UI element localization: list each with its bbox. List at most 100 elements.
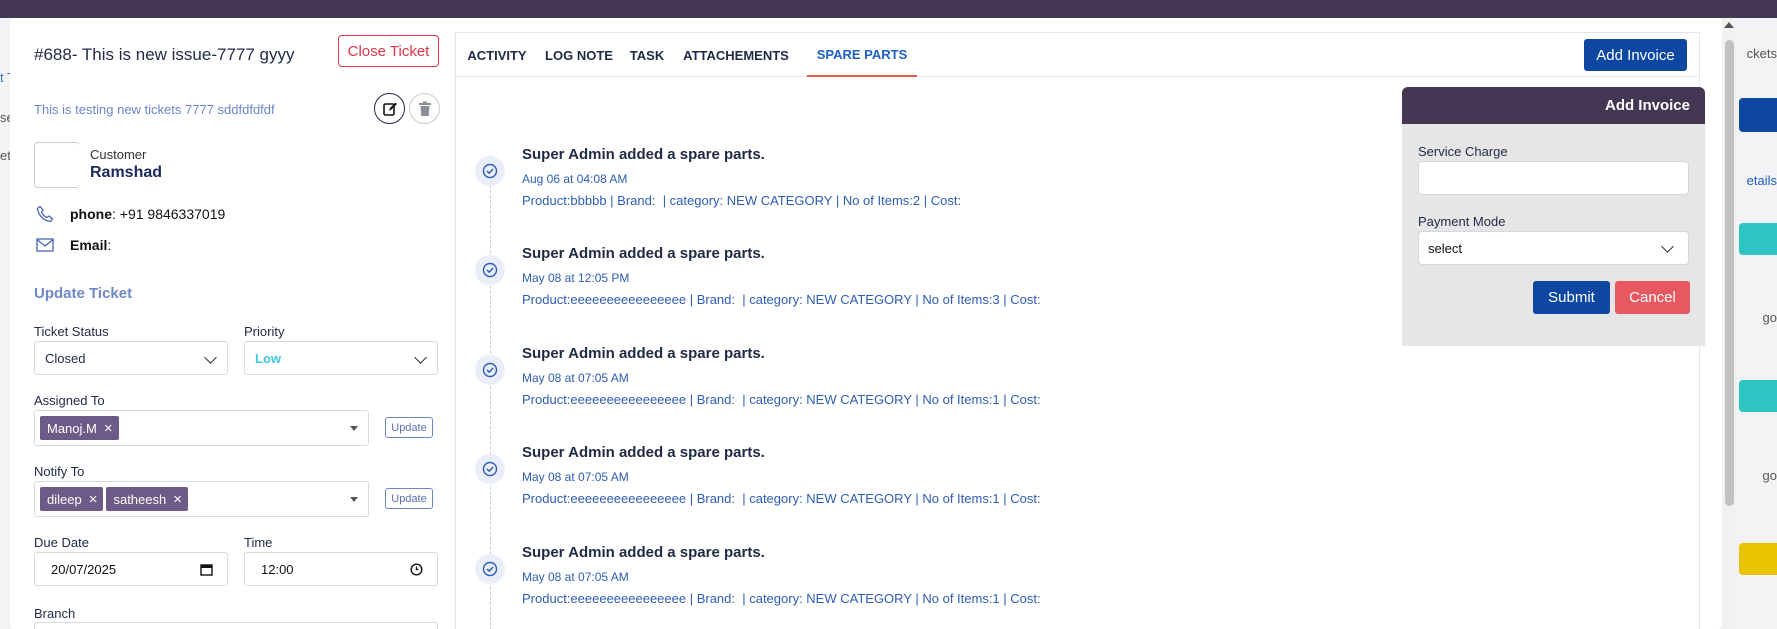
remove-chip-icon[interactable]: × [89, 492, 98, 507]
email-row: Email : [34, 236, 111, 254]
calendar-icon[interactable] [200, 563, 213, 576]
app-top-bar [0, 0, 1777, 18]
timeline-time: May 08 at 07:05 AM [522, 371, 629, 385]
timeline-item: Super Admin added a spare parts. May 08 … [456, 544, 1356, 629]
chevron-down-icon [414, 351, 427, 364]
timeline-time: Aug 06 at 04:08 AM [522, 172, 628, 186]
timeline-time: May 08 at 12:05 PM [522, 271, 630, 285]
page-scrollbar-thumb[interactable] [1725, 40, 1734, 506]
ticket-status-label: Ticket Status [34, 324, 109, 339]
tab-activity[interactable]: ACTIVITY [464, 33, 530, 77]
tab-task[interactable]: TASK [625, 33, 669, 77]
timeline-time: May 08 at 07:05 AM [522, 570, 629, 584]
notify-to-label: Notify To [34, 464, 85, 479]
scroll-up-arrow-icon[interactable] [1724, 22, 1734, 28]
notify-to-select[interactable]: dileep × satheesh × [34, 481, 369, 517]
ticket-status-select[interactable]: Closed [34, 341, 228, 375]
ticket-title: #688- This is new issue-7777 gyyy [34, 45, 295, 64]
timeline-heading: Super Admin added a spare parts. [522, 245, 765, 262]
background-block [1739, 543, 1777, 575]
timeline-heading: Super Admin added a spare parts. [522, 544, 765, 561]
add-invoice-button[interactable]: Add Invoice [1584, 39, 1687, 71]
time-label: Time [244, 535, 273, 550]
time-input[interactable]: 12:00 [244, 552, 438, 586]
phone-label: phone [70, 206, 112, 222]
assignee-chip: Manoj.M × [40, 416, 119, 440]
cancel-button[interactable]: Cancel [1615, 281, 1690, 314]
remove-chip-icon[interactable]: × [173, 492, 182, 507]
notify-chip: satheesh × [106, 487, 188, 511]
background-text: ckets [1746, 46, 1777, 61]
submit-button[interactable]: Submit [1533, 281, 1610, 314]
background-text: go [1762, 468, 1777, 483]
background-button [1739, 98, 1777, 132]
update-assigned-button[interactable]: Update [385, 417, 433, 438]
priority-select[interactable]: Low [244, 341, 438, 375]
check-circle-icon [475, 255, 505, 285]
background-block [1739, 380, 1777, 412]
tab-log-note[interactable]: LOG NOTE [543, 33, 615, 77]
timeline-detail: Product:bbbbb | Brand: | category: NEW C… [522, 193, 962, 208]
service-charge-input[interactable] [1418, 161, 1689, 195]
close-ticket-button[interactable]: Close Ticket [338, 35, 439, 67]
timeline-heading: Super Admin added a spare parts. [522, 345, 765, 362]
remove-chip-icon[interactable]: × [104, 421, 113, 436]
timeline-heading: Super Admin added a spare parts. [522, 146, 765, 163]
tab-bar: ACTIVITY LOG NOTE TASK ATTACHEMENTS SPAR… [456, 33, 1699, 77]
time-value: 12:00 [261, 561, 294, 577]
check-circle-icon [475, 554, 505, 584]
due-date-value: 20/07/2025 [51, 561, 117, 577]
timeline-time: May 08 at 07:05 AM [522, 470, 629, 484]
delete-button[interactable] [409, 93, 440, 124]
check-circle-icon [475, 355, 505, 385]
payment-mode-label: Payment Mode [1418, 214, 1506, 229]
timeline-item: Super Admin added a spare parts. May 08 … [456, 345, 1356, 435]
assigned-to-select[interactable]: Manoj.M × [34, 410, 369, 446]
update-notify-button[interactable]: Update [385, 488, 433, 509]
update-ticket-title: Update Ticket [34, 285, 133, 302]
timeline-detail: Product:eeeeeeeeeeeeeeee | Brand: | cate… [522, 392, 1041, 407]
tab-spare-parts[interactable]: SPARE PARTS [807, 33, 917, 77]
assigned-to-label: Assigned To [34, 393, 105, 408]
timeline-detail: Product:eeeeeeeeeeeeeeee | Brand: | cate… [522, 591, 1041, 606]
branch-select[interactable] [34, 622, 438, 629]
timeline-item: Super Admin added a spare parts. May 08 … [456, 245, 1356, 335]
customer-name: Ramshad [90, 164, 163, 181]
phone-value: : +91 9846337019 [112, 206, 226, 222]
email-label: Email [70, 237, 108, 253]
chevron-down-icon [1661, 240, 1674, 253]
clock-icon[interactable] [410, 563, 423, 576]
add-invoice-header: Add Invoice [1402, 87, 1705, 124]
priority-value: Low [255, 350, 281, 366]
payment-mode-select[interactable]: select [1418, 231, 1689, 265]
tab-attachements[interactable]: ATTACHEMENTS [682, 33, 790, 77]
ticket-description: This is testing new tickets 7777 sddfdfd… [34, 102, 275, 117]
caret-down-icon [350, 426, 358, 431]
background-text: go [1762, 310, 1777, 325]
mail-icon [34, 236, 56, 254]
ticket-modal: #688- This is new issue-7777 gyyy Close … [10, 18, 1722, 629]
timeline-detail: Product:eeeeeeeeeeeeeeee | Brand: | cate… [522, 491, 1041, 506]
timeline-item: Super Admin added a spare parts. Aug 06 … [456, 146, 1356, 236]
caret-down-icon [350, 497, 358, 502]
timeline-item: Super Admin added a spare parts. May 08 … [456, 444, 1356, 534]
notify-chip: dileep × [40, 487, 104, 511]
branch-label: Branch [34, 606, 76, 621]
ticket-status-value: Closed [45, 350, 86, 366]
customer-label: Customer [90, 147, 147, 162]
check-circle-icon [475, 454, 505, 484]
email-value: : [107, 237, 112, 253]
edit-button[interactable] [374, 93, 405, 124]
service-charge-label: Service Charge [1418, 144, 1508, 159]
check-circle-icon [475, 156, 505, 186]
payment-mode-value: select [1428, 240, 1462, 256]
spare-parts-timeline: Super Admin added a spare parts. Aug 06 … [456, 77, 1356, 629]
background-block [1739, 223, 1777, 255]
add-invoice-form: Add Invoice Service Charge Payment Mode … [1402, 87, 1705, 346]
phone-icon [34, 205, 56, 223]
due-date-label: Due Date [34, 535, 89, 550]
chevron-down-icon [204, 351, 217, 364]
trash-icon [418, 101, 431, 116]
timeline-detail: Product:eeeeeeeeeeeeeeee | Brand: | cate… [522, 292, 1041, 307]
due-date-input[interactable]: 20/07/2025 [34, 552, 228, 586]
